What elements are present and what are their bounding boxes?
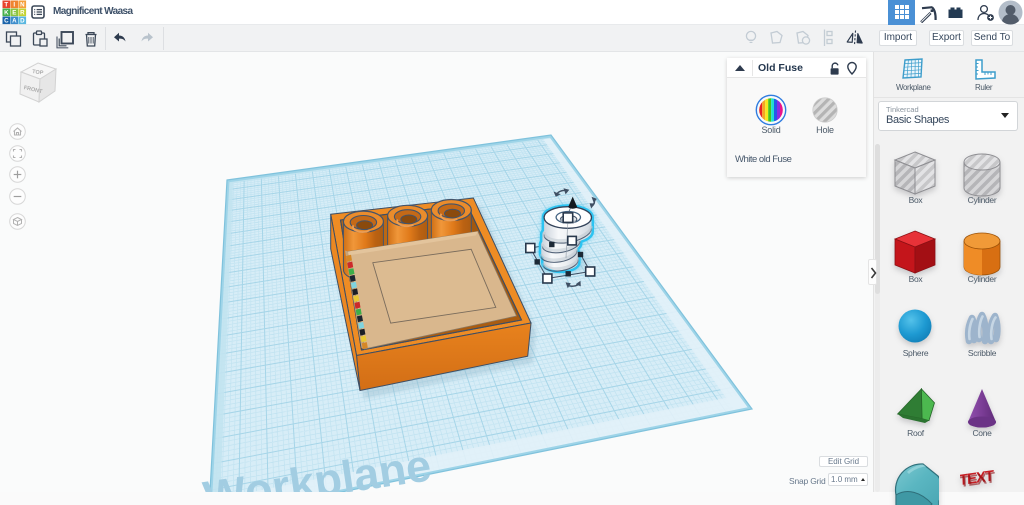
svg-text:E: E <box>12 9 16 16</box>
svg-text:I: I <box>13 1 15 8</box>
svg-text:R: R <box>20 9 25 16</box>
svg-text:C: C <box>4 17 9 24</box>
svg-text:A: A <box>12 17 17 24</box>
svg-text:N: N <box>20 1 25 8</box>
svg-text:D: D <box>20 17 25 24</box>
svg-text:TEXT: TEXT <box>960 469 996 491</box>
svg-text:T: T <box>4 1 8 8</box>
svg-text:K: K <box>4 9 9 16</box>
